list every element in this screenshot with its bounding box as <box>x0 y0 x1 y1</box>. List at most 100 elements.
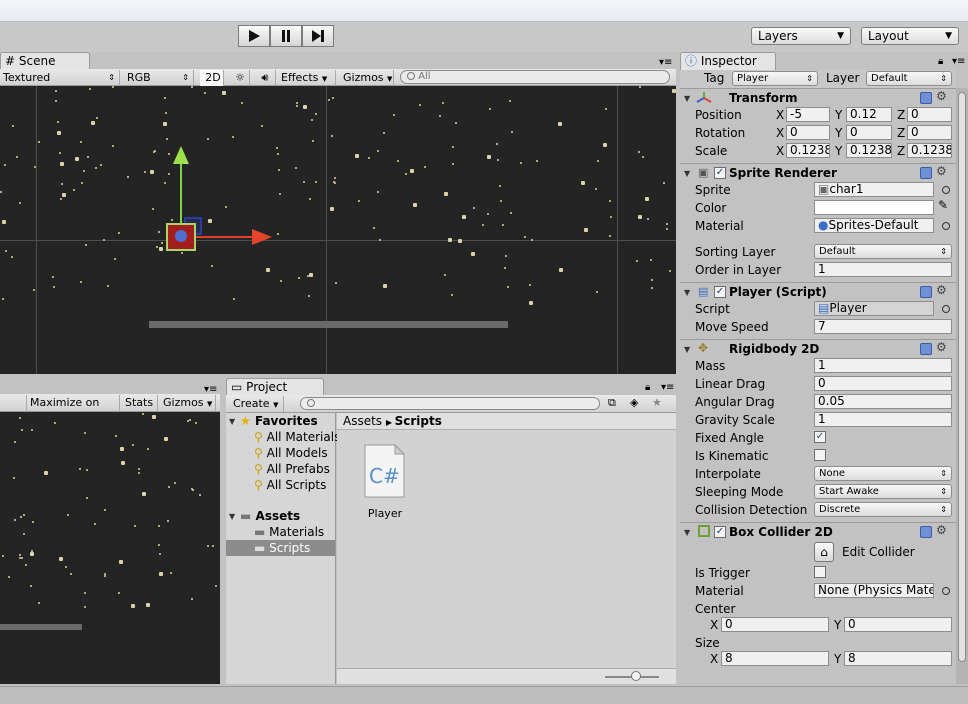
tree-item-favorite[interactable]: ⚲ All Scripts <box>254 478 326 492</box>
scale-y-field[interactable]: 0.1238 <box>846 143 892 158</box>
asset-tile[interactable]: C# <box>363 443 406 500</box>
breadcrumb-current[interactable]: Scripts <box>395 414 442 428</box>
sorting-layer-dropdown[interactable]: Default ⇕ <box>814 244 952 259</box>
audio-toggle[interactable]: 🔊︎ <box>252 70 276 86</box>
enable-checkbox[interactable]: ✓ <box>714 526 726 538</box>
lock-icon[interactable]: 🔒︎ <box>645 382 650 393</box>
object-picker-icon[interactable] <box>942 186 950 194</box>
center-y-field[interactable]: 0 <box>844 617 952 632</box>
scene-search-input[interactable]: All <box>400 70 670 84</box>
create-dropdown[interactable]: Create ▼ <box>230 396 284 412</box>
size-x-field[interactable]: 8 <box>721 651 829 666</box>
order-in-layer-field[interactable]: 1 <box>814 262 952 277</box>
x-arrow-icon[interactable] <box>252 229 272 245</box>
object-picker-icon[interactable] <box>942 587 950 595</box>
panel-menu-icon[interactable]: ▾≡ <box>661 382 674 393</box>
gear-icon[interactable]: ⚙ <box>936 164 947 178</box>
collider-material-field[interactable]: None (Physics Mater <box>814 583 934 598</box>
linear-drag-field[interactable]: 0 <box>814 376 952 391</box>
pause-button[interactable] <box>270 25 302 47</box>
scene-viewport[interactable] <box>0 86 676 374</box>
collision-detection-dropdown[interactable]: Discrete ⇕ <box>814 502 952 517</box>
tab-inspector[interactable]: ⓘ Inspector <box>680 52 776 70</box>
render-mode-dropdown[interactable]: Textured ⇕ <box>0 70 120 86</box>
material-field[interactable]: ●Sprites-Default <box>814 218 934 233</box>
enable-checkbox[interactable]: ✓ <box>714 167 726 179</box>
help-icon[interactable] <box>920 286 932 298</box>
stats-toggle[interactable]: Stats <box>122 395 158 411</box>
scale-z-field[interactable]: 0.1238 <box>907 143 952 158</box>
color-swatch[interactable] <box>814 200 934 215</box>
gravity-scale-field[interactable]: 1 <box>814 412 952 427</box>
fold-arrow-icon[interactable]: ▼ <box>229 417 235 426</box>
move-speed-field[interactable]: 7 <box>814 319 952 334</box>
position-x-field[interactable]: -5 <box>786 107 830 122</box>
scale-x-field[interactable]: 0.1238 <box>786 143 830 158</box>
filter-by-label-icon[interactable]: ◈ <box>630 396 638 409</box>
help-icon[interactable] <box>920 526 932 538</box>
scrollbar-thumb[interactable] <box>958 92 966 662</box>
tree-item-favorite[interactable]: ⚲ All Prefabs <box>254 462 330 476</box>
tab-project[interactable]: ▭ Project <box>226 378 324 396</box>
fixed-angle-checkbox[interactable]: ✓ <box>814 431 826 443</box>
object-picker-icon[interactable] <box>942 305 950 313</box>
mass-field[interactable]: 1 <box>814 358 952 373</box>
breadcrumb-root[interactable]: Assets <box>343 414 382 428</box>
tag-dropdown[interactable]: Player ⇕ <box>732 71 818 86</box>
rotation-x-field[interactable]: 0 <box>786 125 830 140</box>
panel-menu-icon[interactable]: ▾≡ <box>204 384 217 395</box>
gizmos-dropdown[interactable]: Gizmos ▼ <box>340 70 394 86</box>
game-gizmos-dropdown[interactable]: Gizmos ▼ <box>160 395 216 411</box>
interpolate-dropdown[interactable]: None ⇕ <box>814 466 952 481</box>
edit-collider-button[interactable]: ⌂ <box>814 542 834 562</box>
player-sprite[interactable] <box>166 223 196 251</box>
rotation-z-field[interactable]: 0 <box>907 125 952 140</box>
inspector-scrollbar[interactable] <box>956 88 968 684</box>
gear-icon[interactable]: ⚙ <box>936 89 947 103</box>
star-icon[interactable]: ★ <box>652 396 662 409</box>
panel-menu-icon[interactable]: ▾≡ <box>659 57 672 68</box>
help-icon[interactable] <box>920 167 932 179</box>
project-search-input[interactable] <box>300 397 600 410</box>
filter-by-type-icon[interactable]: ⧉ <box>608 396 616 410</box>
enable-checkbox[interactable]: ✓ <box>714 286 726 298</box>
fold-arrow-icon[interactable]: ▼ <box>229 512 235 521</box>
play-button[interactable] <box>238 25 270 47</box>
sleeping-mode-dropdown[interactable]: Start Awake ⇕ <box>814 484 952 499</box>
tree-item-favorite[interactable]: ⚲ All Models <box>254 446 328 460</box>
fold-arrow-icon[interactable]: ▼ <box>684 169 690 178</box>
2d-toggle[interactable]: 2D <box>200 70 224 86</box>
gear-icon[interactable]: ⚙ <box>936 340 947 354</box>
tree-item-folder[interactable]: ▬ Materials <box>254 525 324 539</box>
panel-menu-icon[interactable]: ▾≡ <box>952 56 965 67</box>
size-y-field[interactable]: 8 <box>844 651 952 666</box>
fold-arrow-icon[interactable]: ▼ <box>684 94 690 103</box>
position-y-field[interactable]: 0.12 <box>846 107 892 122</box>
layers-dropdown[interactable]: Layers ▼ <box>751 27 851 45</box>
rotation-y-field[interactable]: 0 <box>846 125 892 140</box>
lock-icon[interactable]: 🔒︎ <box>938 56 943 67</box>
fold-arrow-icon[interactable]: ▼ <box>684 345 690 354</box>
eyedropper-icon[interactable]: ✎ <box>938 198 948 212</box>
gear-icon[interactable]: ⚙ <box>936 283 947 297</box>
color-mode-dropdown[interactable]: RGB ⇕ <box>124 70 194 86</box>
step-button[interactable] <box>302 25 334 47</box>
layer-dropdown[interactable]: Default ⇕ <box>866 71 952 86</box>
angular-drag-field[interactable]: 0.05 <box>814 394 952 409</box>
help-icon[interactable] <box>920 343 932 355</box>
layout-dropdown[interactable]: Layout ▼ <box>861 27 959 45</box>
maximize-on-play-toggle[interactable]: Maximize on Play <box>26 395 120 424</box>
lighting-toggle[interactable]: ☼ <box>228 70 250 86</box>
zoom-slider-handle[interactable] <box>631 671 641 681</box>
assets-folder[interactable]: ▬ Assets <box>240 509 300 523</box>
tree-item-favorite[interactable]: ⚲ All Materials <box>254 430 340 444</box>
is-trigger-checkbox[interactable] <box>814 566 826 578</box>
effects-dropdown[interactable]: Effects ▼ <box>278 70 336 86</box>
object-picker-icon[interactable] <box>942 222 950 230</box>
gear-icon[interactable]: ⚙ <box>936 523 947 537</box>
favorites-header[interactable]: ★ Favorites <box>240 414 318 428</box>
center-x-field[interactable]: 0 <box>721 617 829 632</box>
position-z-field[interactable]: 0 <box>907 107 952 122</box>
sprite-field[interactable]: ▣char1 <box>814 182 934 197</box>
fold-arrow-icon[interactable]: ▼ <box>684 288 690 297</box>
